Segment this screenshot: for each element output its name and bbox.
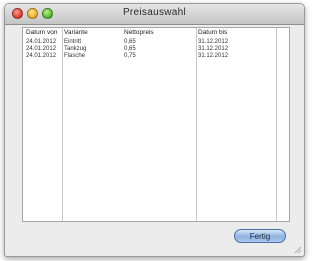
cell-datum-von: 24.01.2012: [26, 46, 57, 52]
column-header-nettopreis[interactable]: Nettopreis: [124, 29, 154, 36]
cell-datum-bis: 31.12.2012: [198, 39, 229, 45]
cell-datum-von: 24.01.2012: [26, 53, 57, 59]
cell-variante: Tankzug: [64, 46, 87, 52]
column-header-variante[interactable]: Variante: [64, 29, 88, 36]
cell-variante: Flasche: [64, 53, 86, 59]
title-bar[interactable]: Preisauswahl: [5, 4, 304, 25]
window-title: Preisauswahl: [122, 7, 187, 18]
preisauswahl-window: Preisauswahl Datum von Variante Nettopre…: [4, 3, 305, 257]
cell-nettopreis: 0,65: [124, 39, 136, 45]
fertig-button[interactable]: Fertig: [234, 229, 286, 243]
table-row[interactable]: 24.01.2012 Tankzug 0,65 31.12.2012: [23, 46, 289, 53]
cell-variante: Eintritt: [64, 39, 82, 45]
column-header-datum-bis[interactable]: Datum bis: [198, 29, 227, 36]
cell-datum-von: 24.01.2012: [26, 39, 57, 45]
price-table[interactable]: Datum von Variante Nettopreis Datum bis …: [22, 27, 290, 222]
table-row[interactable]: 24.01.2012 Flasche 0,75 31.12.2012: [23, 53, 289, 60]
table-row[interactable]: 24.01.2012 Eintritt 0,65 31.12.2012: [23, 39, 289, 46]
cell-datum-bis: 31.12.2012: [198, 53, 229, 59]
cell-datum-bis: 31.12.2012: [198, 46, 229, 52]
resize-grip-icon[interactable]: [294, 246, 302, 254]
cell-nettopreis: 0,65: [124, 46, 136, 52]
cell-nettopreis: 0,75: [124, 53, 136, 59]
column-header-datum-von[interactable]: Datum von: [26, 29, 57, 36]
